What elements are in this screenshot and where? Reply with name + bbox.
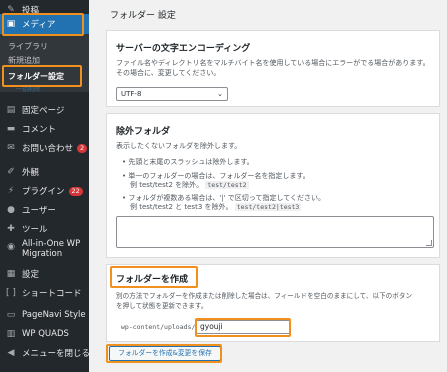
create-desc-2: を押して状態を更新できます。 [116,302,208,310]
quads-icon: ▥ [6,329,16,339]
example-1-text: 例 test/test2 を除外。 [130,181,204,189]
settings-icon: ▦ [6,269,16,279]
menu-appearance[interactable]: ✐ 外観 [0,162,89,182]
menu-tools-label: ツール [22,225,48,235]
path-prefix: wp-content/uploads/ [121,323,196,331]
menu-pagenavi[interactable]: ▭ PageNavi Style [0,305,89,325]
submenu-add-new[interactable]: 新規追加 [8,55,40,66]
submenu-faint[interactable]: 一括削除 [16,84,40,93]
collapse-icon: ◀ [7,348,15,358]
menu-settings-label: 設定 [22,270,40,280]
encoding-desc-1: ファイル名やディレクトリ名をマルチバイト名を使用している場合にエラーがでる場合が… [116,59,430,67]
menu-wpquads-label: WP QUADS [22,329,69,339]
menu-pagenavi-label: PageNavi Style [22,310,86,320]
brackets-icon: [ ] [6,288,16,298]
encoding-title: サーバーの文字エンコーディング [116,44,251,54]
menu-plugins-label: プラグイン [22,187,65,197]
admin-sidebar: ✎ 投稿 ▣ メディア ライブラリ 新規追加 フォルダー設定 一括削除 ▤ 固定… [0,0,91,372]
menu-media[interactable]: ▣ メディア [0,14,89,34]
bullet-3-text: フォルダが複数ある場合は、'|' で区切って指定してください。 [128,194,326,202]
exclude-folders-textarea[interactable] [116,216,434,248]
menu-all-in-one-label: All-in-One WP Migration [22,239,81,259]
menu-contact-label: お問い合わせ [22,144,74,154]
menu-shortcode-label: ショートコード [22,289,82,299]
page-icon: ▤ [6,105,16,115]
encoding-select[interactable]: UTF-8 ⌄ [116,87,228,101]
bullet-1: • 先頭と末尾のスラッシュは除外します。 [122,158,254,166]
menu-wpquads[interactable]: ▥ WP QUADS [0,324,89,344]
menu-users[interactable]: ● ユーザー [0,200,89,220]
bullet-2-text: 単一のフォルダーの場合は、フォルダー名を指定します。 [128,172,310,180]
encoding-select-value: UTF-8 [121,90,142,98]
menu-contact[interactable]: ✉ お問い合わせ 2 [0,138,89,158]
page-title: フォルダー 設定 [110,11,176,21]
menu-users-label: ユーザー [22,206,56,216]
wrench-icon: ✚ [7,224,15,234]
example-2-code: test/test2|test3 [234,203,302,211]
menu-pages[interactable]: ▤ 固定ページ [0,100,89,120]
menu-shortcode[interactable]: [ ] ショートコード [0,283,89,303]
create-desc-1: 別の方法でフォルダーを作成または削除した場合は、フィールドを空白のままにして、以… [116,292,413,300]
example-1-code: test/test2 [205,181,249,189]
submenu-library[interactable]: ライブラリ [8,41,48,52]
menu-all-in-one[interactable]: ◉ All-in-One WP Migration [0,239,89,265]
menu-comments-label: コメント [22,125,57,135]
plugin-icon: ⚡ [7,186,15,196]
folder-name-input[interactable]: gyouji [196,320,290,334]
exclude-title: 除外フォルダ [116,127,171,137]
brush-icon: ✐ [7,167,15,177]
plugins-badge: 22 [68,186,83,196]
user-icon: ● [7,205,15,215]
contact-badge: 2 [77,143,88,153]
exclude-desc: 表示したくないフォルダを除外します。 [116,142,242,150]
menu-appearance-label: 外観 [22,168,40,178]
menu-settings[interactable]: ▦ 設定 [0,264,89,284]
media-submenu: ライブラリ 新規追加 フォルダー設定 一括削除 [0,34,89,93]
encoding-desc-2: その場合に、変更してください。 [116,69,221,77]
pagenavi-icon: ▭ [6,310,16,320]
menu-pages-label: 固定ページ [22,106,65,116]
comment-icon: ▬ [6,124,16,134]
create-and-save-button[interactable]: フォルダーを作成&変更を保存 [109,346,221,361]
menu-media-label: メディア [22,20,56,30]
media-icon: ▣ [6,19,16,29]
collapse-menu-button[interactable]: ◀ メニューを閉じる [0,343,91,363]
bullet-1-text: 先頭と末尾のスラッシュは除外します。 [128,158,254,166]
example-2: 例 test/test2 と test3 を除外。 test/test2|tes… [130,202,302,212]
migration-icon: ◉ [7,242,15,252]
collapse-menu-label: メニューを閉じる [22,349,91,359]
example-1: 例 test/test2 を除外。 test/test2 [130,180,249,190]
resize-handle[interactable] [426,240,432,246]
menu-plugins[interactable]: ⚡ プラグイン 22 [0,181,89,201]
mail-icon: ✉ [7,143,15,153]
example-2-text: 例 test/test2 と test3 を除外。 [130,203,233,211]
menu-tools[interactable]: ✚ ツール [0,219,89,239]
create-folder-title: フォルダーを作成 [116,275,189,285]
submenu-folder-settings[interactable]: フォルダー設定 [8,71,64,82]
chevron-down-icon: ⌄ [217,90,223,98]
menu-comments[interactable]: ▬ コメント [0,119,89,139]
